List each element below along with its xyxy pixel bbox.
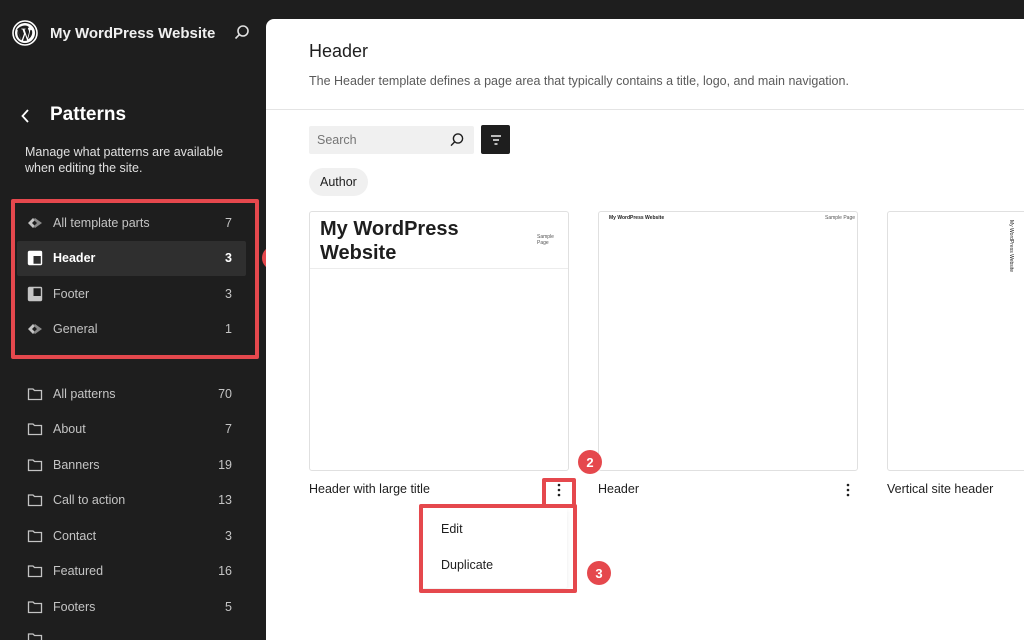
menu-item-edit[interactable]: Edit [441, 522, 463, 536]
preview-site-title: My WordPress Website [320, 218, 459, 264]
folder-icon [27, 423, 43, 436]
nav-count: 7 [225, 422, 232, 437]
nav-item-about[interactable]: About 7 [17, 412, 246, 448]
pattern-card-preview[interactable]: My WordPress Website Sample Page [598, 211, 858, 471]
wordpress-logo-icon[interactable] [12, 20, 38, 46]
sidebar: My WordPress Website Patterns Manage wha… [0, 0, 286, 640]
folder-icon [27, 494, 43, 507]
nav-item-all-template-parts[interactable]: All template parts 7 [17, 205, 246, 241]
nav-count: 70 [218, 386, 232, 401]
nav-count: 13 [218, 493, 232, 508]
nav-label: Header [53, 251, 96, 266]
preview-site-title: My WordPress Website [1008, 220, 1014, 273]
search-input[interactable]: Search [309, 126, 474, 154]
nav-label: General [53, 322, 98, 337]
site-hub[interactable]: My WordPress Website [12, 18, 252, 48]
nav-item-footers[interactable]: Footers 5 [17, 589, 246, 625]
filter-icon [490, 134, 501, 145]
nav-item-banners[interactable]: Banners 19 [17, 447, 246, 483]
site-title[interactable]: My WordPress Website [50, 25, 215, 42]
folder-icon [27, 632, 43, 640]
nav-count: 16 [218, 564, 232, 579]
pattern-card-preview[interactable]: My WordPress Website [887, 211, 1024, 471]
callout-badge-3: 3 [587, 561, 611, 585]
panel-title: Patterns [50, 104, 127, 125]
page-title: Header [309, 41, 369, 61]
more-vertical-icon [846, 483, 850, 497]
nav-item-general[interactable]: General 1 [17, 312, 246, 348]
more-actions-button[interactable] [838, 480, 858, 500]
folder-icon [27, 459, 43, 471]
nav-count: 3 [225, 251, 232, 266]
author-filter-chip[interactable]: Author [309, 168, 368, 196]
nav-count: 5 [225, 599, 232, 614]
nav-count: 1 [225, 322, 232, 337]
nav-item-contact[interactable]: Contact 3 [17, 518, 246, 554]
panel-description: Manage what patterns are available when … [25, 145, 224, 175]
pattern-card-preview[interactable]: My WordPress Website Sample Page [309, 211, 569, 471]
folder-icon [27, 565, 43, 578]
preview-nav-link: Sample Page [825, 215, 856, 221]
nav-label: Banners [53, 457, 100, 472]
nav-label: Footer [53, 286, 90, 301]
nav-label: All patterns [53, 386, 116, 401]
preview-divider [310, 268, 568, 269]
nav-item-header[interactable]: Header 3 [17, 240, 246, 276]
page-description: The Header template defines a page area … [309, 74, 849, 88]
symbol-icon [28, 324, 42, 335]
more-vertical-icon [557, 483, 561, 497]
footer-icon [27, 286, 43, 301]
categories-nav: All patterns 70 About 7 Banners 19 Call … [17, 376, 246, 640]
template-parts-nav: All template parts 7 Header 3 Footer 3 G… [17, 205, 246, 347]
callout-badge-2: 2 [578, 450, 602, 474]
filter-button[interactable] [481, 125, 510, 154]
menu-item-duplicate[interactable]: Duplicate [441, 558, 493, 572]
nav-item-featured[interactable]: Featured 16 [17, 554, 246, 590]
search-icon[interactable] [232, 23, 252, 43]
nav-label: Featured [53, 564, 104, 579]
actions-dropdown-menu: Edit Duplicate [421, 508, 567, 588]
pattern-caption[interactable]: Header with large title [309, 482, 430, 496]
nav-item-all-patterns[interactable]: All patterns 70 [17, 376, 246, 412]
folder-icon [27, 601, 43, 613]
folder-icon [27, 530, 43, 542]
preview-site-title: My WordPress Website [609, 215, 665, 221]
pattern-caption[interactable]: Header [598, 482, 639, 496]
nav-label: Call to action [53, 493, 126, 508]
preview-nav-link: Sample Page [537, 234, 554, 246]
nav-label: All template parts [53, 215, 150, 230]
nav-label: Footers [53, 599, 96, 614]
nav-count: 3 [225, 528, 232, 543]
nav-item-partial[interactable] [17, 625, 246, 640]
page-header: Header The Header template defines a pag… [266, 19, 1024, 110]
nav-item-call-to-action[interactable]: Call to action 13 [17, 483, 246, 519]
nav-label: Contact [53, 528, 97, 543]
nav-count: 7 [225, 215, 232, 230]
more-actions-button[interactable] [549, 480, 569, 500]
nav-count: 19 [218, 457, 232, 472]
pattern-caption[interactable]: Vertical site header [887, 482, 993, 496]
search-icon [450, 133, 464, 147]
search-placeholder: Search [317, 133, 357, 147]
main-content: Header The Header template defines a pag… [266, 19, 1024, 640]
nav-item-footer[interactable]: Footer 3 [17, 276, 246, 312]
folder-icon [27, 388, 43, 400]
nav-count: 3 [225, 286, 232, 301]
symbol-icon [28, 217, 42, 228]
back-chevron-icon[interactable] [16, 106, 36, 126]
nav-label: About [53, 422, 86, 437]
header-icon [27, 251, 43, 266]
